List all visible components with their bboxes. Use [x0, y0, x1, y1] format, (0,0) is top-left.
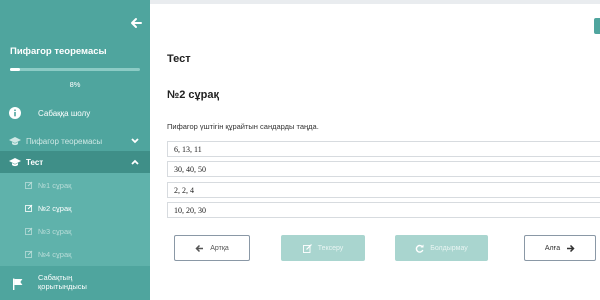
progress-bar	[10, 68, 140, 71]
check-button[interactable]: Тексеру	[281, 235, 365, 261]
question-label: №1 сұрақ	[38, 181, 72, 190]
arrow-left-icon	[195, 244, 204, 252]
pencil-square-icon	[25, 204, 33, 212]
question-label: №4 сұрақ	[38, 250, 72, 259]
sidebar-item-question-2[interactable]: №2 сұрақ	[0, 196, 150, 219]
question-title: №2 сұрақ	[167, 89, 220, 101]
edit-icon	[302, 243, 312, 253]
test-question-list: №1 сұрақ №2 сұрақ №3 сұрақ №4 сұрақ	[0, 173, 150, 266]
sidebar-item-theorem[interactable]: Пифагор теоремасы	[0, 130, 150, 152]
chevron-up-icon	[131, 159, 139, 165]
cancel-button-label: Болдырмау	[430, 244, 468, 252]
info-icon	[9, 107, 21, 119]
page-title: Тест	[167, 53, 191, 65]
next-button[interactable]: Алға	[524, 235, 596, 261]
sidebar-item-label: Сабақтың қорытындысы	[38, 273, 87, 291]
next-button-label: Алға	[544, 244, 561, 252]
arrow-right-icon	[567, 244, 575, 252]
answer-option[interactable]: 6, 13, 11	[167, 141, 600, 157]
sidebar-item-question-4[interactable]: №4 сұрақ	[0, 242, 150, 265]
sidebar-item-label: Пифагор теоремасы	[26, 137, 103, 146]
graduation-cap-icon	[9, 158, 21, 167]
back-button-label: Артқа	[210, 244, 229, 252]
main-content: Тест №2 сұрақ Пифагор үштігін құрайтын с…	[150, 4, 600, 300]
sidebar-item-lesson-summary[interactable]: Сабақтың қорытындысы	[0, 268, 150, 300]
question-text: Пифагор үштігін құрайтын сандарды таңда.	[167, 122, 319, 131]
check-button-label: Тексеру	[317, 244, 344, 252]
progress-text: 8%	[69, 80, 81, 89]
sidebar-item-lesson-overview[interactable]: Сабаққа шолу	[0, 102, 150, 124]
sidebar-item-question-3[interactable]: №3 сұрақ	[0, 219, 150, 242]
sidebar-item-label: Сабаққа шолу	[38, 109, 91, 118]
pencil-square-icon	[25, 250, 33, 258]
question-label: №3 сұрақ	[38, 227, 72, 236]
pencil-square-icon	[25, 181, 33, 189]
pencil-square-icon	[25, 227, 33, 235]
answer-option[interactable]: 10, 20, 30	[167, 202, 600, 218]
course-title: Пифагор теоремасы	[10, 46, 107, 57]
question-label: №2 сұрақ	[38, 204, 72, 213]
arrow-left-icon[interactable]	[130, 17, 142, 29]
sidebar-item-label: Тест	[26, 158, 44, 167]
cancel-button[interactable]: Болдырмау	[395, 235, 488, 261]
app-window: Пифагор теоремасы 8% Сабаққа шолу Пифаго…	[0, 0, 600, 300]
corner-tab[interactable]	[594, 18, 600, 34]
answer-option[interactable]: 30, 40, 50	[167, 161, 600, 177]
graduation-cap-icon	[9, 137, 21, 146]
sidebar-item-question-1[interactable]: №1 сұрақ	[0, 173, 150, 196]
answer-option[interactable]: 2, 2, 4	[167, 182, 600, 198]
flag-icon	[13, 278, 23, 290]
undo-icon	[415, 244, 424, 253]
back-button[interactable]: Артқа	[174, 235, 250, 261]
sidebar-item-test[interactable]: Тест	[0, 151, 150, 173]
sidebar: Пифагор теоремасы 8% Сабаққа шолу Пифаго…	[0, 0, 150, 300]
progress-fill	[10, 68, 21, 71]
chevron-down-icon	[131, 138, 139, 144]
